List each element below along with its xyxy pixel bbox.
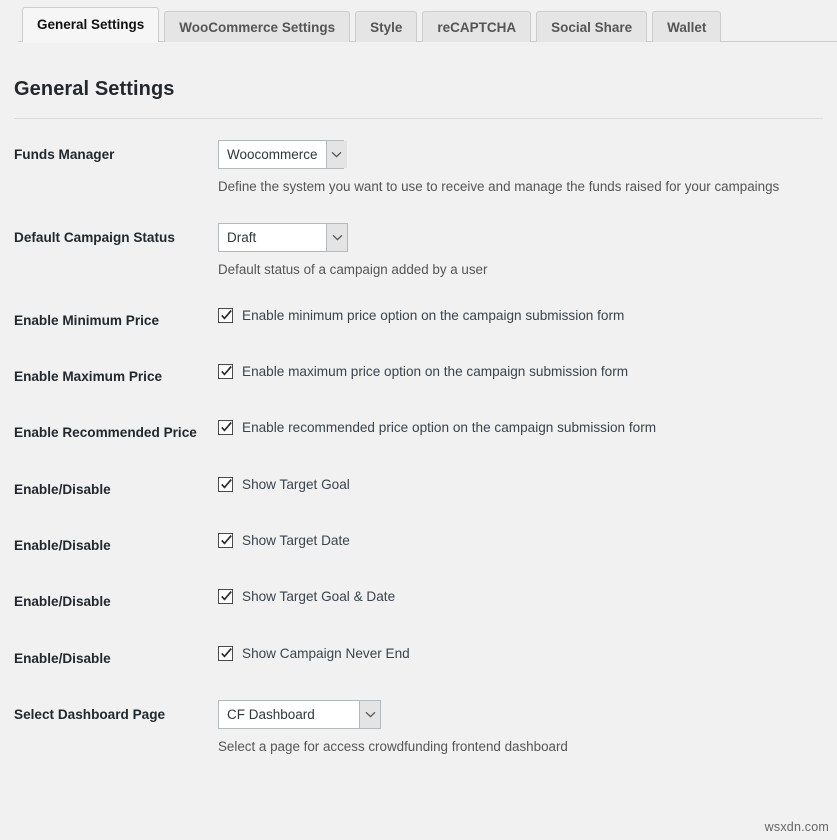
settings-row: Select Dashboard PageCF Dashboard Select … bbox=[0, 687, 837, 770]
checkbox-enable-maximum-price-option-on-the-campaign-submission-form[interactable] bbox=[218, 364, 233, 379]
settings-row: Enable/Disable Show Target Goal & Date bbox=[0, 574, 837, 630]
select-funds-manager[interactable]: Woocommerce bbox=[218, 140, 344, 169]
tab-general-settings[interactable]: General Settings bbox=[22, 7, 159, 42]
checkbox-label[interactable]: Show Target Date bbox=[242, 533, 350, 548]
setting-label: Funds Manager bbox=[0, 127, 218, 210]
setting-control-cell: Enable maximum price option on the campa… bbox=[218, 349, 837, 405]
checkbox-row: Show Campaign Never End bbox=[218, 644, 827, 661]
site-watermark: wsxdn.com bbox=[765, 820, 829, 834]
checkbox-row: Enable minimum price option on the campa… bbox=[218, 306, 827, 323]
checkbox-row: Enable maximum price option on the campa… bbox=[218, 362, 827, 379]
settings-row: Enable Recommended Price Enable recommend… bbox=[0, 405, 837, 461]
checkbox-row: Enable recommended price option on the c… bbox=[218, 418, 827, 435]
checkbox-show-target-goal-date[interactable] bbox=[218, 589, 233, 604]
check-icon bbox=[220, 478, 233, 491]
settings-row: Enable/Disable Show Campaign Never End bbox=[0, 631, 837, 687]
tab-social-share[interactable]: Social Share bbox=[536, 11, 647, 42]
setting-description: Default status of a campaign added by a … bbox=[218, 261, 827, 280]
select-value: CF Dashboard bbox=[219, 701, 359, 728]
setting-description: Select a page for access crowdfunding fr… bbox=[218, 738, 827, 757]
checkbox-show-campaign-never-end[interactable] bbox=[218, 646, 233, 661]
setting-control-cell: CF Dashboard Select a page for access cro… bbox=[218, 687, 837, 770]
settings-row: Enable/Disable Show Target Goal bbox=[0, 462, 837, 518]
checkbox-show-target-goal[interactable] bbox=[218, 477, 233, 492]
setting-label: Enable Minimum Price bbox=[0, 293, 218, 349]
settings-rows: Funds ManagerWoocommerce Define the syste… bbox=[0, 127, 837, 770]
setting-control-cell: Show Target Goal & Date bbox=[218, 574, 837, 630]
setting-control-cell: Enable minimum price option on the campa… bbox=[218, 293, 837, 349]
select-default-campaign-status[interactable]: Draft bbox=[218, 223, 348, 252]
tab-style[interactable]: Style bbox=[355, 11, 417, 42]
setting-label: Enable/Disable bbox=[0, 631, 218, 687]
page-title: General Settings bbox=[14, 78, 837, 101]
setting-label: Enable/Disable bbox=[0, 518, 218, 574]
checkbox-label[interactable]: Show Campaign Never End bbox=[242, 646, 410, 661]
checkbox-enable-recommended-price-option-on-the-campaign-submission-form[interactable] bbox=[218, 420, 233, 435]
chevron-down-icon[interactable] bbox=[326, 224, 347, 251]
setting-control-cell: Show Target Goal bbox=[218, 462, 837, 518]
settings-tab-bar: General SettingsWooCommerce SettingsStyl… bbox=[0, 0, 837, 42]
setting-label: Enable/Disable bbox=[0, 462, 218, 518]
select-value: Draft bbox=[219, 224, 326, 251]
check-icon bbox=[220, 421, 233, 434]
setting-control-cell: Draft Default status of a campaign added … bbox=[218, 210, 837, 293]
setting-control-cell: Show Campaign Never End bbox=[218, 631, 837, 687]
settings-row: Enable Minimum Price Enable minimum price… bbox=[0, 293, 837, 349]
check-icon bbox=[220, 647, 233, 660]
settings-row: Enable Maximum Price Enable maximum price… bbox=[0, 349, 837, 405]
setting-control-cell: Woocommerce Define the system you want to… bbox=[218, 127, 837, 210]
check-icon bbox=[220, 534, 233, 547]
select-value: Woocommerce bbox=[219, 141, 326, 168]
check-icon bbox=[220, 365, 233, 378]
setting-label: Default Campaign Status bbox=[0, 210, 218, 293]
setting-label: Enable/Disable bbox=[0, 574, 218, 630]
checkbox-label[interactable]: Show Target Goal bbox=[242, 477, 350, 492]
setting-description: Define the system you want to use to rec… bbox=[218, 178, 827, 197]
heading-divider bbox=[14, 118, 823, 119]
checkbox-show-target-date[interactable] bbox=[218, 533, 233, 548]
tab-recaptcha[interactable]: reCAPTCHA bbox=[422, 11, 531, 42]
checkbox-enable-minimum-price-option-on-the-campaign-submission-form[interactable] bbox=[218, 308, 233, 323]
select-select-dashboard-page[interactable]: CF Dashboard bbox=[218, 700, 381, 729]
setting-control-cell: Show Target Date bbox=[218, 518, 837, 574]
chevron-down-icon[interactable] bbox=[359, 701, 380, 728]
checkbox-row: Show Target Goal bbox=[218, 475, 827, 492]
settings-row: Default Campaign StatusDraft Default stat… bbox=[0, 210, 837, 293]
setting-label: Enable Maximum Price bbox=[0, 349, 218, 405]
settings-row: Funds ManagerWoocommerce Define the syste… bbox=[0, 127, 837, 210]
settings-row: Enable/Disable Show Target Date bbox=[0, 518, 837, 574]
chevron-down-icon[interactable] bbox=[326, 141, 347, 168]
checkbox-row: Show Target Goal & Date bbox=[218, 587, 827, 604]
checkbox-label[interactable]: Enable maximum price option on the campa… bbox=[242, 364, 628, 379]
general-settings-form: Funds ManagerWoocommerce Define the syste… bbox=[0, 127, 837, 770]
tab-woocommerce-settings[interactable]: WooCommerce Settings bbox=[164, 11, 350, 42]
checkbox-label[interactable]: Show Target Goal & Date bbox=[242, 589, 395, 604]
tab-wallet[interactable]: Wallet bbox=[652, 11, 721, 42]
setting-control-cell: Enable recommended price option on the c… bbox=[218, 405, 837, 461]
checkbox-row: Show Target Date bbox=[218, 531, 827, 548]
check-icon bbox=[220, 590, 233, 603]
page-heading-area: General Settings bbox=[0, 42, 837, 101]
setting-label: Select Dashboard Page bbox=[0, 687, 218, 770]
setting-label: Enable Recommended Price bbox=[0, 405, 218, 461]
checkbox-label[interactable]: Enable minimum price option on the campa… bbox=[242, 308, 624, 323]
checkbox-label[interactable]: Enable recommended price option on the c… bbox=[242, 420, 656, 435]
check-icon bbox=[220, 309, 233, 322]
